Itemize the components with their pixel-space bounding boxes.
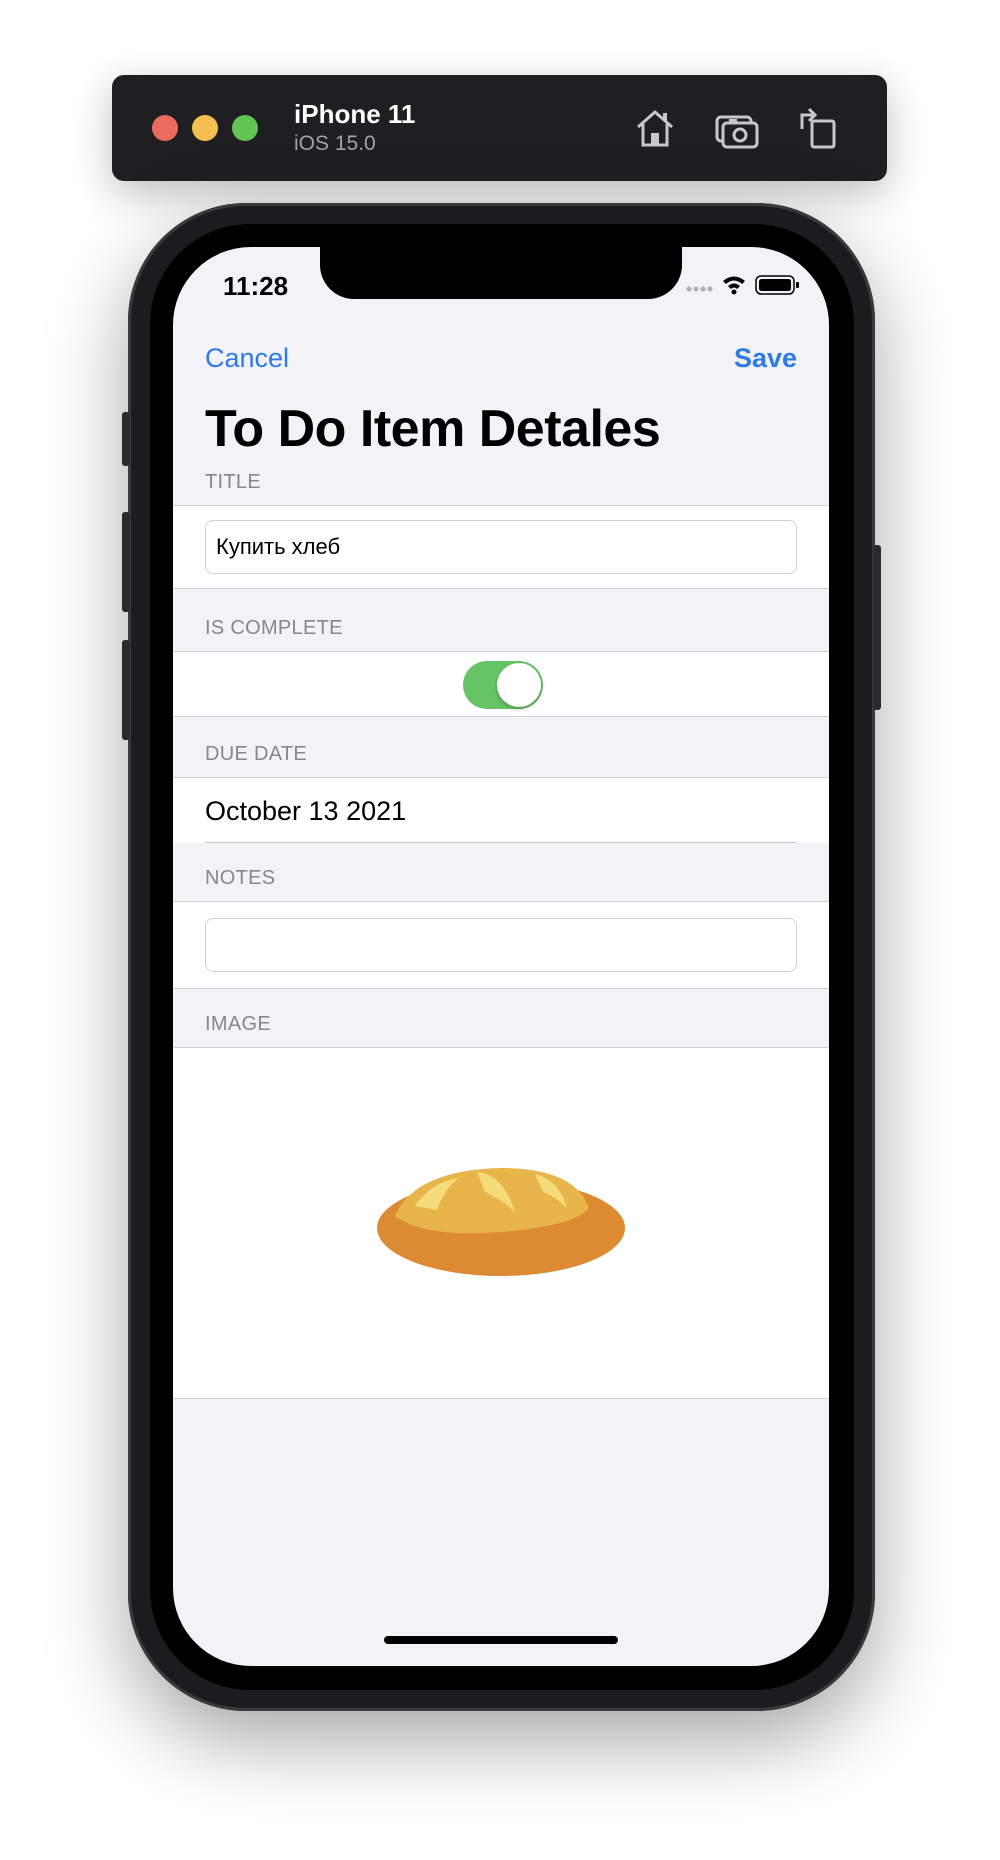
device-name: iPhone 11 (294, 99, 416, 129)
status-time: 11:28 (223, 271, 289, 301)
section-title (173, 505, 829, 589)
notch (320, 247, 682, 299)
power-button (873, 545, 881, 710)
status-icons (686, 275, 799, 295)
signal-icon (686, 286, 713, 292)
battery-icon (755, 275, 799, 295)
os-version: iOS 15.0 (294, 132, 376, 155)
home-indicator[interactable] (384, 1636, 618, 1644)
simulator-toolbar: iPhone 11 iOS 15.0 (112, 75, 887, 181)
cancel-button[interactable]: Cancel (205, 343, 289, 374)
section-header-is-complete: IS COMPLETE (205, 617, 343, 639)
rotate-icon[interactable] (794, 103, 844, 153)
section-header-image: IMAGE (205, 1013, 271, 1035)
volume-up-button (122, 512, 130, 612)
zoom-window-button[interactable] (232, 115, 258, 141)
toggle-knob (497, 663, 541, 707)
section-header-due-date: DUE DATE (205, 743, 308, 765)
bread-icon[interactable] (375, 1164, 627, 1278)
page-title: To Do Item Detales (205, 400, 661, 458)
close-window-button[interactable] (152, 115, 178, 141)
section-due-date: October 13 2021 (173, 777, 829, 843)
divider (205, 842, 797, 843)
title-input[interactable] (205, 520, 797, 574)
screenshot-icon[interactable] (712, 103, 762, 153)
section-is-complete (173, 651, 829, 717)
due-date-value[interactable]: October 13 2021 (205, 796, 406, 827)
save-button[interactable]: Save (734, 343, 797, 374)
screen: 11:28 Cancel Save To Do Item Detales TIT… (173, 247, 829, 1666)
mute-switch (122, 412, 130, 466)
is-complete-toggle[interactable] (463, 661, 543, 709)
section-header-title: TITLE (205, 471, 261, 493)
volume-down-button (122, 640, 130, 740)
section-notes (173, 901, 829, 989)
home-icon[interactable] (630, 103, 680, 153)
section-header-notes: NOTES (205, 867, 276, 889)
section-image (173, 1047, 829, 1399)
minimize-window-button[interactable] (192, 115, 218, 141)
notes-input[interactable] (205, 918, 797, 972)
wifi-icon (723, 276, 745, 295)
